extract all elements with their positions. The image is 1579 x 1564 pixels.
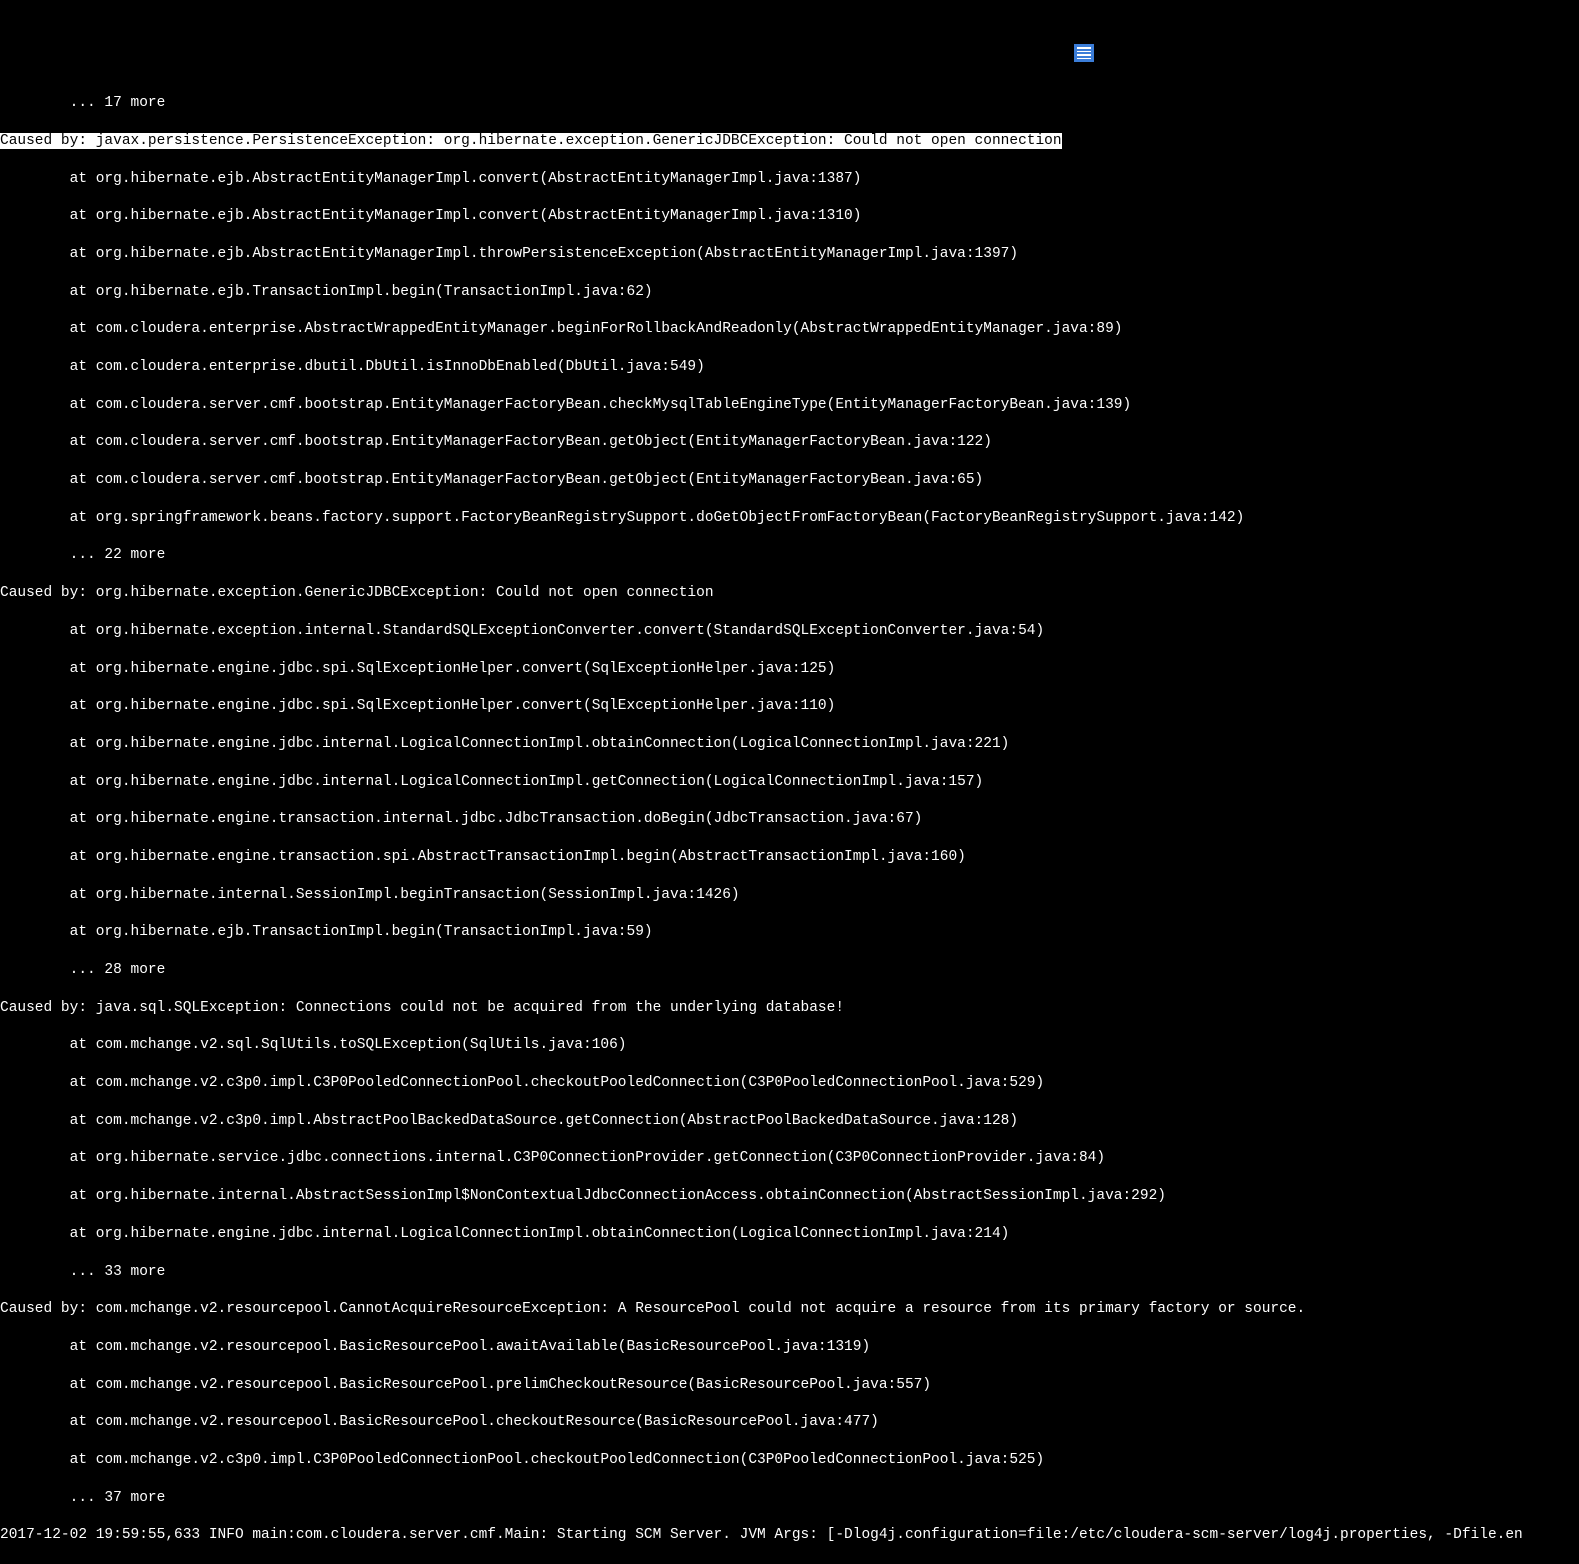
log-line: 2017-12-02 19:59:55,633 INFO main:com.cl… bbox=[0, 1526, 1579, 1545]
log-line: at com.cloudera.enterprise.AbstractWrapp… bbox=[0, 320, 1579, 339]
log-line: at com.mchange.v2.sql.SqlUtils.toSQLExce… bbox=[0, 1036, 1579, 1055]
log-line: at com.mchange.v2.resourcepool.BasicReso… bbox=[0, 1376, 1579, 1395]
log-line: at com.cloudera.server.cmf.bootstrap.Ent… bbox=[0, 471, 1579, 490]
copy-icon-line bbox=[1077, 54, 1091, 56]
log-line: at com.mchange.v2.resourcepool.BasicReso… bbox=[0, 1413, 1579, 1432]
log-line: at org.hibernate.internal.AbstractSessio… bbox=[0, 1187, 1579, 1206]
log-line: at org.hibernate.internal.SessionImpl.be… bbox=[0, 886, 1579, 905]
log-line: at org.hibernate.engine.jdbc.internal.Lo… bbox=[0, 1225, 1579, 1244]
log-line: at org.springframework.beans.factory.sup… bbox=[0, 509, 1579, 528]
log-line: ... 28 more bbox=[0, 961, 1579, 980]
log-line: at com.mchange.v2.c3p0.impl.C3P0PooledCo… bbox=[0, 1074, 1579, 1093]
log-line: ... 22 more bbox=[0, 546, 1579, 565]
log-line: at org.hibernate.engine.transaction.spi.… bbox=[0, 848, 1579, 867]
log-line: at org.hibernate.exception.internal.Stan… bbox=[0, 622, 1579, 641]
log-line: at org.hibernate.ejb.AbstractEntityManag… bbox=[0, 170, 1579, 189]
log-line: ... 37 more bbox=[0, 1489, 1579, 1508]
log-line-highlighted: Caused by: javax.persistence.Persistence… bbox=[0, 132, 1579, 151]
log-line: at org.hibernate.ejb.AbstractEntityManag… bbox=[0, 207, 1579, 226]
log-line: Caused by: java.sql.SQLException: Connec… bbox=[0, 999, 1579, 1018]
copy-icon-line bbox=[1077, 51, 1091, 53]
log-line: at org.hibernate.engine.jdbc.internal.Lo… bbox=[0, 773, 1579, 792]
log-line: ... 17 more bbox=[0, 94, 1579, 113]
log-line: at com.mchange.v2.c3p0.impl.AbstractPool… bbox=[0, 1112, 1579, 1131]
copy-icon[interactable] bbox=[1074, 44, 1094, 62]
log-line: Caused by: com.mchange.v2.resourcepool.C… bbox=[0, 1300, 1579, 1319]
log-line: at com.cloudera.server.cmf.bootstrap.Ent… bbox=[0, 433, 1579, 452]
selected-text[interactable]: Caused by: javax.persistence.Persistence… bbox=[0, 133, 1062, 149]
copy-icon-line bbox=[1077, 47, 1091, 49]
log-line: Caused by: org.hibernate.exception.Gener… bbox=[0, 584, 1579, 603]
log-line: at org.hibernate.ejb.TransactionImpl.beg… bbox=[0, 283, 1579, 302]
log-line: at com.mchange.v2.c3p0.impl.C3P0PooledCo… bbox=[0, 1451, 1579, 1470]
log-line: ... 33 more bbox=[0, 1263, 1579, 1282]
terminal-output[interactable]: ... 17 more Caused by: javax.persistence… bbox=[0, 75, 1579, 1564]
copy-icon-line bbox=[1077, 58, 1091, 60]
log-line: at org.hibernate.ejb.AbstractEntityManag… bbox=[0, 245, 1579, 264]
log-line: at com.mchange.v2.resourcepool.BasicReso… bbox=[0, 1338, 1579, 1357]
log-line: at org.hibernate.ejb.TransactionImpl.beg… bbox=[0, 923, 1579, 942]
log-line: at com.cloudera.server.cmf.bootstrap.Ent… bbox=[0, 396, 1579, 415]
log-line: at com.cloudera.enterprise.dbutil.DbUtil… bbox=[0, 358, 1579, 377]
log-line: at org.hibernate.engine.jdbc.spi.SqlExce… bbox=[0, 660, 1579, 679]
log-line: at org.hibernate.service.jdbc.connection… bbox=[0, 1149, 1579, 1168]
log-line: at org.hibernate.engine.transaction.inte… bbox=[0, 810, 1579, 829]
log-line: at org.hibernate.engine.jdbc.internal.Lo… bbox=[0, 735, 1579, 754]
log-line: at org.hibernate.engine.jdbc.spi.SqlExce… bbox=[0, 697, 1579, 716]
